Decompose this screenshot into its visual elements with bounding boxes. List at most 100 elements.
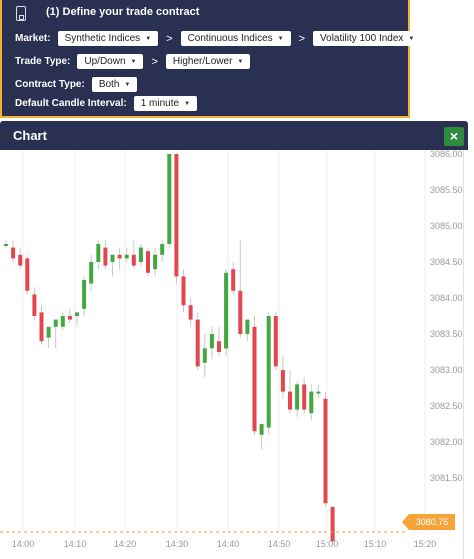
y-tick-label: 3082.00: [430, 437, 463, 447]
chart-panel-title: Chart: [13, 128, 47, 143]
candle-body: [67, 316, 72, 320]
market-label: Market:: [15, 33, 51, 44]
candle-body: [117, 254, 122, 259]
candle-body: [209, 334, 214, 349]
y-tick-label: 3083.00: [430, 365, 463, 375]
candle-body: [167, 154, 172, 244]
submarket-select[interactable]: Continuous Indices ▼: [180, 31, 291, 46]
candle-body: [181, 276, 186, 306]
chevron-right-icon: >: [151, 55, 158, 68]
candle-body: [245, 319, 250, 334]
candle-body: [273, 316, 278, 367]
candle-interval-label: Default Candle Interval:: [15, 98, 127, 109]
x-tick-label: 14:00: [12, 539, 35, 549]
x-tick-label: 15:20: [414, 539, 437, 549]
underlying-select-value: Volatility 100 Index: [320, 33, 404, 44]
candle-body: [195, 319, 200, 367]
candle-body: [160, 244, 165, 255]
y-tick-label: 3081.50: [430, 473, 463, 483]
candle-body: [25, 258, 30, 291]
caret-down-icon: ▼: [130, 58, 137, 65]
candle-body: [295, 384, 300, 410]
candle-body: [11, 247, 16, 259]
y-tick-label: 3084.50: [430, 257, 463, 267]
candle-body: [174, 154, 179, 277]
trade-contract-header: (1) Define your trade contract: [2, 0, 410, 27]
candle-interval-select-value: 1 minute: [140, 98, 180, 109]
market-row: Market: Synthetic Indices ▼ > Continuous …: [15, 31, 422, 46]
candle-body: [39, 312, 44, 342]
candle-body: [252, 326, 257, 432]
trade-type-label: Trade Type:: [15, 56, 71, 67]
candle-body: [96, 244, 101, 262]
candle-body: [217, 341, 221, 352]
y-tick-label: 3085.50: [430, 185, 463, 195]
chevron-right-icon: >: [298, 32, 306, 45]
candle-body: [4, 244, 8, 246]
x-tick-label: 14:10: [64, 539, 87, 549]
candle-body: [288, 391, 292, 410]
candle-body: [231, 269, 236, 291]
candle-body: [316, 391, 321, 394]
trade-contract-title: (1) Define your trade contract: [46, 6, 200, 18]
candle-body: [259, 424, 264, 435]
trade-subtype-select[interactable]: Higher/Lower ▼: [165, 54, 251, 69]
candle-interval-row: Default Candle Interval: 1 minute ▼: [15, 96, 198, 111]
candle-body: [323, 398, 328, 504]
trade-type-row: Trade Type: Up/Down ▼ > Higher/Lower ▼: [15, 54, 251, 69]
caret-down-icon: ▼: [237, 58, 244, 65]
candle-body: [302, 384, 307, 410]
caret-down-icon: ▼: [124, 81, 131, 88]
market-select[interactable]: Synthetic Indices ▼: [57, 31, 159, 46]
candle-body: [238, 290, 243, 334]
candle-body: [266, 316, 271, 428]
candle-interval-select[interactable]: 1 minute ▼: [133, 96, 198, 111]
candle-body: [60, 316, 65, 327]
x-tick-label: 15:10: [364, 539, 387, 549]
candle-body: [280, 370, 285, 392]
candle-body: [46, 326, 51, 338]
x-tick-label: 14:20: [114, 539, 137, 549]
candle-body: [138, 247, 143, 262]
trade-type-select-value: Up/Down: [84, 56, 126, 67]
candle-body: [89, 262, 94, 284]
y-tick-label: 3085.00: [430, 221, 463, 231]
candle-body: [146, 251, 150, 273]
candle-body: [75, 312, 79, 316]
app-root: (1) Define your trade contract Market: S…: [0, 0, 474, 559]
close-chart-button[interactable]: ×: [444, 127, 464, 146]
caret-down-icon: ▼: [408, 35, 415, 42]
candle-body: [309, 391, 314, 414]
contract-type-select-value: Both: [98, 79, 120, 90]
candle-body: [188, 305, 193, 320]
candle-body: [18, 254, 23, 266]
candle-body: [124, 254, 129, 259]
x-tick-label: 14:50: [268, 539, 291, 549]
candle-body: [110, 254, 115, 262]
candle-body: [153, 254, 158, 270]
caret-down-icon: ▼: [145, 35, 152, 42]
candle-body: [53, 319, 58, 327]
chart-right-scrollbar[interactable]: [463, 150, 474, 559]
candle-body: [202, 348, 207, 363]
phone-icon: [16, 6, 26, 21]
caret-down-icon: ▼: [277, 35, 284, 42]
candle-body: [330, 506, 335, 542]
submarket-select-value: Continuous Indices: [187, 33, 273, 44]
contract-type-select[interactable]: Both ▼: [91, 77, 138, 92]
current-price-tag: 3080.75: [402, 514, 455, 530]
candlestick-chart[interactable]: 3086.00 3085.50 3085.00 3084.50 3084.00 3083.…: [0, 150, 474, 559]
candle-body: [131, 254, 136, 266]
trade-subtype-select-value: Higher/Lower: [172, 56, 233, 67]
x-tick-label: 14:30: [166, 539, 189, 549]
trade-type-select[interactable]: Up/Down ▼: [77, 54, 144, 69]
candle-body: [32, 294, 37, 316]
candle-body: [82, 280, 87, 309]
caret-down-icon: ▼: [184, 100, 191, 107]
contract-type-label: Contract Type:: [15, 79, 85, 90]
underlying-select[interactable]: Volatility 100 Index ▼: [313, 31, 422, 46]
chevron-right-icon: >: [166, 32, 173, 45]
candle-body: [103, 247, 108, 266]
contract-type-row: Contract Type: Both ▼: [15, 77, 138, 92]
y-tick-label: 3083.50: [430, 329, 463, 339]
